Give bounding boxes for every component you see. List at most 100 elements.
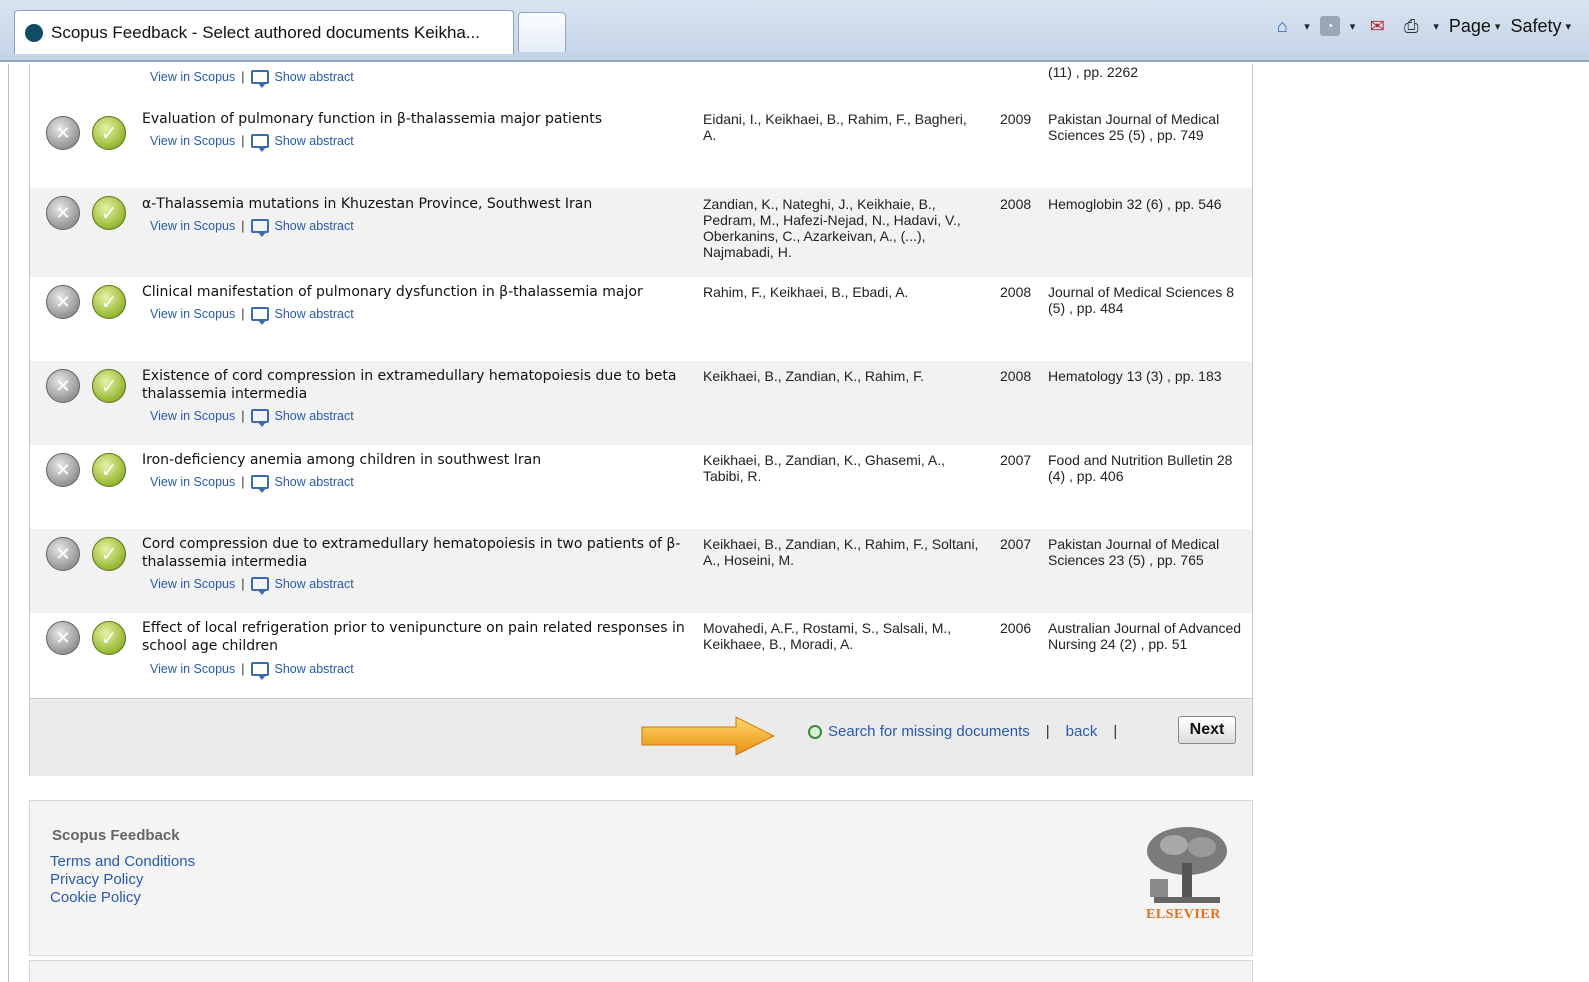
doc-authors: Keikhaei, B., Zandian, K., Rahim, F. (703, 368, 924, 384)
row-links: View in Scopus | Show abstract (150, 662, 354, 680)
safety-menu[interactable]: Safety ▾ (1510, 16, 1571, 37)
show-abstract-link[interactable]: Show abstract (275, 409, 354, 423)
show-abstract-link[interactable]: Show abstract (275, 219, 354, 233)
row-links: View in Scopus | Show abstract (150, 475, 354, 493)
doc-authors: Keikhaei, B., Zandian, K., Ghasemi, A., … (703, 452, 946, 484)
x-circle-icon[interactable]: ✕ (46, 453, 80, 487)
row-links: View in Scopus | Show abstract (150, 219, 354, 237)
action-bar: Search for missing documents | back | Ne… (30, 698, 1252, 776)
doc-title: Effect of local refrigeration prior to v… (142, 620, 685, 654)
new-tab-button[interactable] (518, 12, 566, 52)
check-circle-icon[interactable]: ✓ (92, 621, 126, 655)
cookie-link[interactable]: Cookie Policy (50, 889, 195, 907)
show-abstract-link[interactable]: Show abstract (275, 134, 354, 148)
row-links: View in Scopus | Show abstract (150, 134, 354, 152)
view-in-scopus-link[interactable]: View in Scopus (150, 475, 235, 489)
browser-toolbar: Scopus Feedback - Select authored docume… (0, 0, 1589, 62)
row-links: View in Scopus | Show abstract (150, 577, 354, 595)
doc-year: 2008 (1000, 196, 1032, 212)
footer-title: Scopus Feedback (52, 827, 180, 844)
page-menu-label: Page (1448, 15, 1491, 36)
terms-link[interactable]: Terms and Conditions (50, 853, 195, 871)
doc-source: Food and Nutrition Bulletin 28 (4) , pp.… (1048, 452, 1233, 484)
x-circle-icon[interactable]: ✕ (46, 537, 80, 571)
feeds-dropdown-icon[interactable]: ▾ (1350, 20, 1356, 33)
doc-source: Pakistan Journal of Medical Sciences 23 … (1048, 536, 1220, 568)
search-missing-link[interactable]: Search for missing documents (808, 723, 1030, 740)
next-button[interactable]: Next (1178, 716, 1236, 744)
doc-source: Hematology 13 (3) , pp. 183 (1048, 368, 1222, 384)
check-circle-icon[interactable]: ✓ (92, 285, 126, 319)
safety-menu-label: Safety (1510, 15, 1562, 36)
print-dropdown-icon[interactable]: ▾ (1433, 20, 1439, 33)
view-in-scopus-link[interactable]: View in Scopus (150, 70, 235, 84)
abstract-icon[interactable] (250, 475, 269, 493)
doc-year: 2008 (1000, 368, 1032, 384)
view-in-scopus-link[interactable]: View in Scopus (150, 219, 235, 233)
doc-authors: Zandian, K., Nateghi, J., Keikhaie, B., … (703, 196, 961, 260)
elsevier-wordmark: ELSEVIER (1146, 907, 1221, 922)
doc-title: α-Thalassemia mutations in Khuzestan Pro… (142, 196, 593, 212)
check-circle-icon[interactable]: ✓ (92, 196, 126, 230)
x-circle-icon[interactable]: ✕ (46, 116, 80, 150)
doc-title: Evaluation of pulmonary function in β-th… (142, 111, 603, 127)
doc-year: 2006 (1000, 620, 1032, 636)
doc-title: Iron-deficiency anemia among children in… (142, 452, 542, 468)
show-abstract-link[interactable]: Show abstract (275, 475, 354, 489)
show-abstract-link[interactable]: Show abstract (275, 307, 354, 321)
abstract-icon[interactable] (250, 70, 269, 88)
check-circle-icon[interactable]: ✓ (92, 537, 126, 571)
view-in-scopus-link[interactable]: View in Scopus (150, 134, 235, 148)
table-row: ✕ ✓ Evaluation of pulmonary function in … (30, 104, 1252, 188)
table-row: ✕ ✓ α-Thalassemia mutations in Khuzestan… (30, 188, 1252, 277)
show-abstract-link[interactable]: Show abstract (275, 70, 354, 84)
x-circle-icon[interactable]: ✕ (46, 621, 80, 655)
table-row: ✕ ✓ Effect of local refrigeration prior … (30, 613, 1252, 698)
check-circle-icon[interactable]: ✓ (92, 116, 126, 150)
mail-icon[interactable]: ✉ (1365, 14, 1389, 38)
doc-authors: Keikhaei, B., Zandian, K., Rahim, F., So… (703, 536, 979, 568)
doc-title: Existence of cord compression in extrame… (142, 368, 677, 402)
doc-year: 2008 (1000, 284, 1032, 300)
arrow-icon (641, 716, 776, 756)
show-abstract-link[interactable]: Show abstract (275, 662, 354, 676)
abstract-icon[interactable] (250, 409, 269, 427)
feeds-icon[interactable]: ◔ (1319, 16, 1340, 36)
table-row: View in Scopus | Show abstract (11) , pp… (30, 64, 1252, 104)
doc-source: Australian Journal of Advanced Nursing 2… (1048, 620, 1242, 652)
chevron-down-icon: ▾ (1494, 20, 1501, 33)
page-menu[interactable]: Page ▾ (1449, 16, 1501, 37)
table-row: ✕ ✓ Existence of cord compression in ext… (30, 361, 1252, 445)
view-in-scopus-link[interactable]: View in Scopus (150, 662, 235, 676)
browser-tab[interactable]: Scopus Feedback - Select authored docume… (14, 10, 514, 54)
abstract-icon[interactable] (250, 307, 269, 325)
print-icon[interactable]: ⎙ (1399, 14, 1423, 38)
view-in-scopus-link[interactable]: View in Scopus (150, 577, 235, 591)
view-in-scopus-link[interactable]: View in Scopus (150, 307, 235, 321)
abstract-icon[interactable] (250, 219, 269, 237)
abstract-icon[interactable] (250, 577, 269, 595)
action-links: Search for missing documents | back | (808, 723, 1117, 740)
home-dropdown-icon[interactable]: ▾ (1304, 20, 1310, 33)
magnifier-icon (808, 725, 822, 740)
doc-source: Hemoglobin 32 (6) , pp. 546 (1048, 196, 1222, 212)
check-circle-icon[interactable]: ✓ (92, 453, 126, 487)
abstract-icon[interactable] (250, 134, 269, 152)
x-circle-icon[interactable]: ✕ (46, 196, 80, 230)
doc-year: 2007 (1000, 452, 1032, 468)
view-in-scopus-link[interactable]: View in Scopus (150, 409, 235, 423)
check-circle-icon[interactable]: ✓ (92, 369, 126, 403)
privacy-link[interactable]: Privacy Policy (50, 871, 195, 889)
show-abstract-link[interactable]: Show abstract (275, 577, 354, 591)
back-link[interactable]: back (1066, 723, 1098, 740)
doc-year: 2007 (1000, 536, 1032, 552)
abstract-icon[interactable] (250, 662, 269, 680)
command-bar: ⌂ ▾ ◔ ▾ ✉ ⎙ ▾ Page ▾ Safety ▾ (1270, 14, 1571, 38)
table-row: ✕ ✓ Iron-deficiency anemia among childre… (30, 445, 1252, 529)
chevron-down-icon: ▾ (1565, 20, 1571, 33)
table-row: ✕ ✓ Clinical manifestation of pulmonary … (30, 277, 1252, 361)
home-icon[interactable]: ⌂ (1270, 14, 1294, 38)
x-circle-icon[interactable]: ✕ (46, 369, 80, 403)
doc-title: Cord compression due to extramedullary h… (142, 536, 681, 570)
x-circle-icon[interactable]: ✕ (46, 285, 80, 319)
